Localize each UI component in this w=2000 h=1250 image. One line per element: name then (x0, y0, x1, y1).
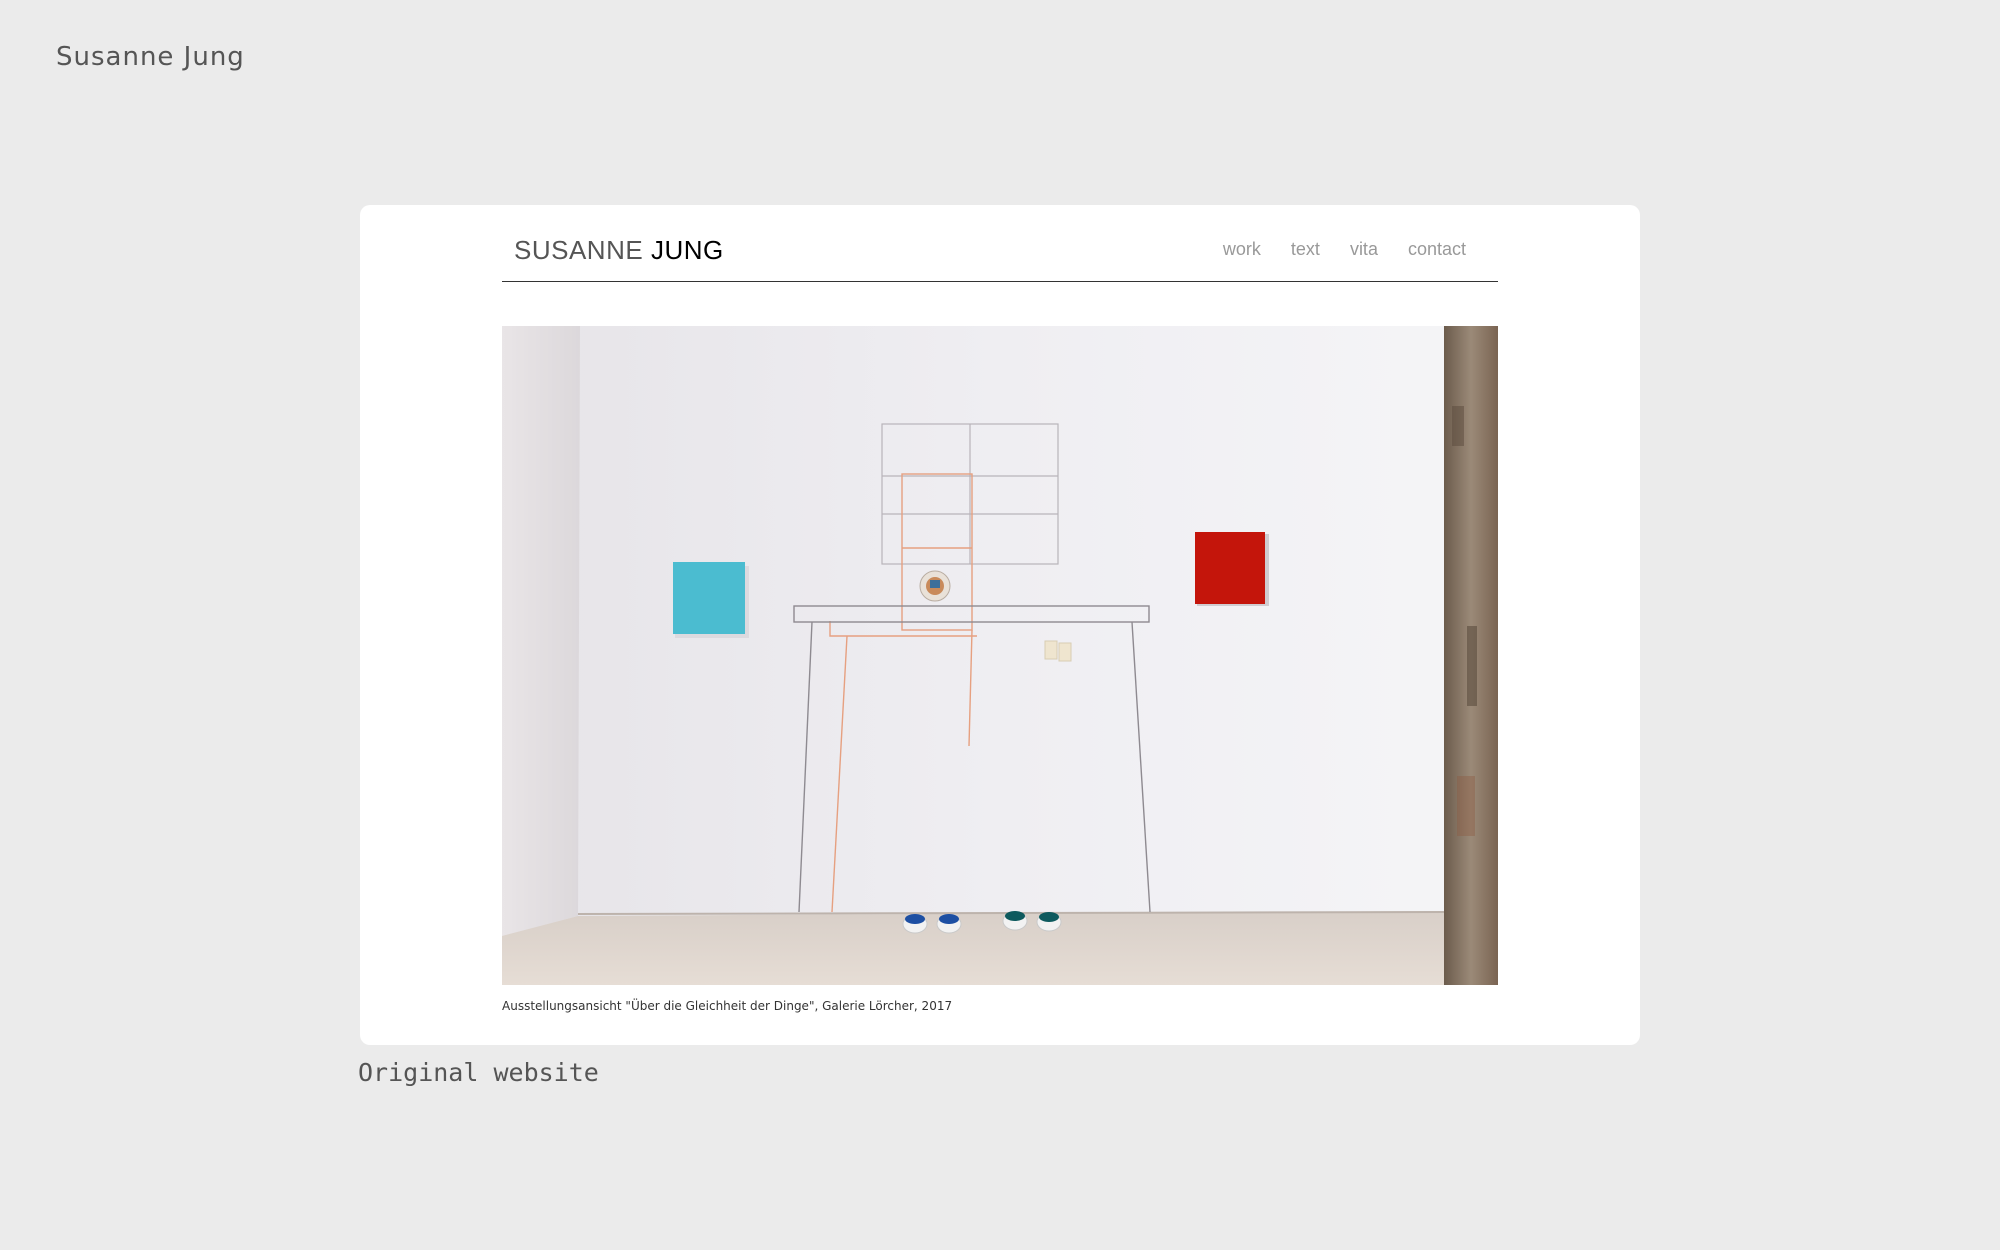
page-title: Susanne Jung (56, 42, 245, 72)
logo-first-name: SUSANNE (514, 235, 644, 265)
photo-caption: Ausstellungsansicht "Über die Gleichheit… (502, 999, 953, 1013)
nav-link-vita[interactable]: vita (1350, 239, 1378, 260)
original-website-label: Original website (358, 1058, 599, 1087)
website-preview-card: SUSANNE JUNG work text vita contact Auss… (360, 205, 1640, 1045)
nav-link-work[interactable]: work (1223, 239, 1261, 260)
nav-link-text[interactable]: text (1291, 239, 1320, 260)
site-header: SUSANNE JUNG work text vita contact (502, 205, 1498, 282)
exhibition-photo (502, 326, 1498, 985)
main-nav: work text vita contact (1223, 239, 1466, 260)
nav-link-contact[interactable]: contact (1408, 239, 1466, 260)
site-logo[interactable]: SUSANNE JUNG (514, 235, 724, 266)
logo-last-name: JUNG (650, 235, 724, 265)
